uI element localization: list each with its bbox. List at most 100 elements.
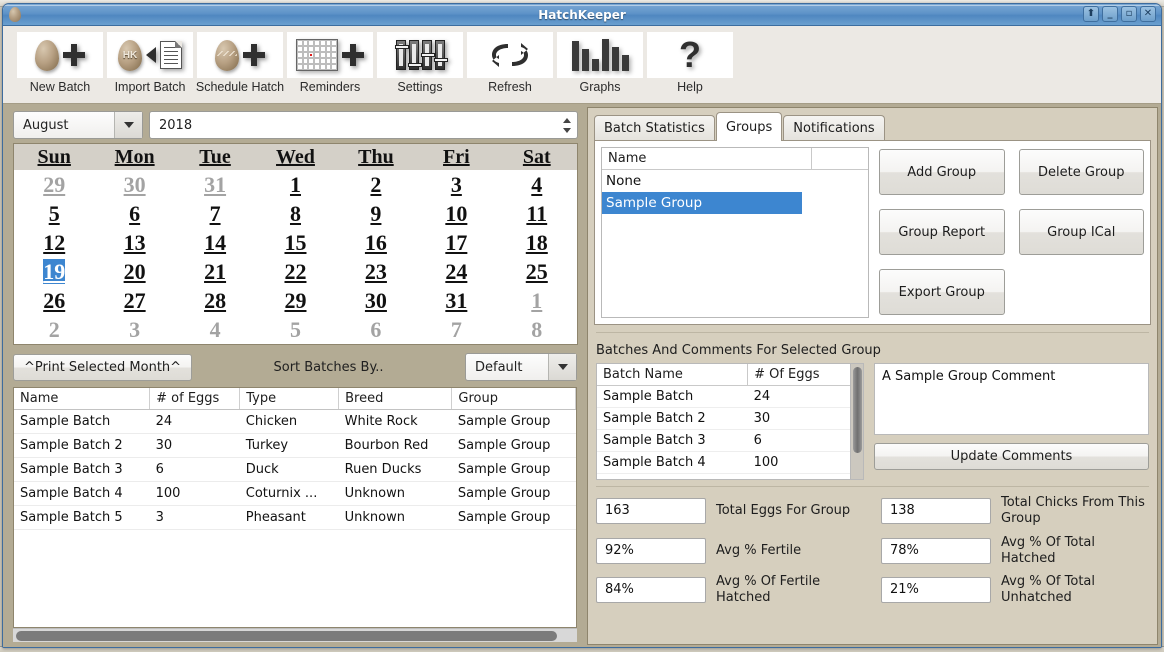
spinner-down-icon[interactable]: [563, 128, 571, 133]
close-button[interactable]: ✕: [1140, 6, 1156, 22]
new-batch-button[interactable]: New Batch: [15, 32, 105, 102]
avg-total-hatched-value[interactable]: 78%: [881, 538, 991, 564]
calendar-day-cell[interactable]: 4: [175, 315, 255, 344]
group-batches-body[interactable]: Sample Batch24Sample Batch 230Sample Bat…: [597, 386, 850, 474]
group-list-rows[interactable]: NoneSample Group: [602, 170, 868, 214]
calendar-day-cell[interactable]: 4: [497, 170, 577, 199]
calendar-day-cell[interactable]: 31: [175, 170, 255, 199]
table-row[interactable]: Sample Batch 53PheasantUnknownSample Gro…: [14, 506, 576, 530]
delete-group-button[interactable]: Delete Group: [1019, 149, 1145, 195]
calendar-weekday-wed[interactable]: Wed: [255, 144, 335, 170]
calendar-day-cell[interactable]: 26: [14, 286, 94, 315]
title-bar[interactable]: HatchKeeper ⬆ _ ▫ ✕: [3, 4, 1161, 26]
calendar-day-cell[interactable]: 3: [416, 170, 496, 199]
table-row[interactable]: Sample Batch 36DuckRuen DucksSample Grou…: [14, 458, 576, 482]
calendar-day-cell[interactable]: 2: [14, 315, 94, 344]
calendar-day-cell[interactable]: 21: [175, 257, 255, 286]
calendar-day-cell[interactable]: 23: [336, 257, 416, 286]
calendar-day-grid[interactable]: 2930311234567891011121314151617181920212…: [14, 170, 577, 344]
calendar-weekday-fri[interactable]: Fri: [416, 144, 496, 170]
export-group-button[interactable]: Export Group: [879, 269, 1005, 315]
reminders-button[interactable]: Reminders: [285, 32, 375, 102]
calendar-day-cell[interactable]: 2: [336, 170, 416, 199]
group-ical-button[interactable]: Group ICal: [1019, 209, 1145, 255]
group-batches-vertical-scrollbar[interactable]: [850, 364, 863, 479]
spinner-up-icon[interactable]: [563, 118, 571, 123]
chevron-down-icon[interactable]: [114, 112, 142, 138]
calendar-weekday-thu[interactable]: Thu: [336, 144, 416, 170]
avg-fertile-value[interactable]: 92%: [596, 538, 706, 564]
calendar-day-cell[interactable]: 30: [336, 286, 416, 315]
table-row[interactable]: Sample Batch24ChickenWhite RockSample Gr…: [14, 410, 576, 434]
group-list[interactable]: Name NoneSample Group: [601, 147, 869, 318]
group-batch-column-header[interactable]: # Of Eggs: [748, 364, 850, 386]
calendar-day-cell[interactable]: 10: [416, 199, 496, 228]
print-selected-month-button[interactable]: ^Print Selected Month^: [13, 354, 192, 381]
calendar-day-cell[interactable]: 27: [94, 286, 174, 315]
calendar-day-cell[interactable]: 3: [94, 315, 174, 344]
batch-column-header[interactable]: Name: [14, 388, 150, 410]
calendar-day-cell[interactable]: 6: [94, 199, 174, 228]
add-group-button[interactable]: Add Group: [879, 149, 1005, 195]
calendar-day-cell[interactable]: 9: [336, 199, 416, 228]
year-input[interactable]: [150, 117, 559, 134]
scrollbar-thumb[interactable]: [16, 631, 557, 641]
calendar-day-cell[interactable]: 1: [255, 170, 335, 199]
settings-button[interactable]: Settings: [375, 32, 465, 102]
calendar-day-cell[interactable]: 17: [416, 228, 496, 257]
calendar-day-cell[interactable]: 31: [416, 286, 496, 315]
scrollbar-thumb[interactable]: [853, 367, 862, 453]
sort-dropdown[interactable]: Default: [465, 353, 577, 381]
calendar-day-cell[interactable]: 19: [14, 257, 94, 286]
tab-groups[interactable]: Groups: [716, 112, 782, 141]
update-comments-button[interactable]: Update Comments: [874, 443, 1149, 470]
import-batch-button[interactable]: HK Import Batch: [105, 32, 195, 102]
table-row[interactable]: Sample Batch 4100: [597, 452, 850, 474]
group-list-header[interactable]: Name: [602, 148, 868, 170]
calendar-day-cell[interactable]: 15: [255, 228, 335, 257]
calendar-weekday-mon[interactable]: Mon: [94, 144, 174, 170]
table-row[interactable]: Sample Batch24: [597, 386, 850, 408]
minimize-button[interactable]: _: [1102, 6, 1118, 22]
table-row[interactable]: Sample Batch 36: [597, 430, 850, 452]
batch-table-body[interactable]: Sample Batch24ChickenWhite RockSample Gr…: [14, 410, 576, 530]
batch-table[interactable]: Name# of EggsTypeBreedGroup Sample Batch…: [13, 387, 577, 628]
calendar-day-cell[interactable]: 12: [14, 228, 94, 257]
avg-total-unhatched-value[interactable]: 21%: [881, 577, 991, 603]
total-chicks-value[interactable]: 138: [881, 498, 991, 524]
maximize-button[interactable]: ▫: [1121, 6, 1137, 22]
schedule-hatch-button[interactable]: Schedule Hatch: [195, 32, 285, 102]
calendar-day-cell[interactable]: 24: [416, 257, 496, 286]
tab-batch-statistics[interactable]: Batch Statistics: [594, 115, 715, 141]
calendar-day-cell[interactable]: 22: [255, 257, 335, 286]
calendar-day-cell[interactable]: 8: [255, 199, 335, 228]
calendar-day-cell[interactable]: 7: [175, 199, 255, 228]
group-batches-table[interactable]: Batch Name# Of Eggs Sample Batch24Sample…: [596, 363, 864, 480]
month-calendar[interactable]: SunMonTueWedThuFriSat 293031123456789101…: [13, 143, 578, 345]
total-eggs-value[interactable]: 163: [596, 498, 706, 524]
list-item[interactable]: None: [602, 170, 868, 192]
batch-table-horizontal-scrollbar[interactable]: [13, 628, 577, 642]
refresh-button[interactable]: Refresh: [465, 32, 555, 102]
calendar-day-cell[interactable]: 13: [94, 228, 174, 257]
calendar-day-cell[interactable]: 16: [336, 228, 416, 257]
calendar-day-cell[interactable]: 7: [416, 315, 496, 344]
group-batches-header[interactable]: Batch Name# Of Eggs: [597, 364, 850, 386]
year-spin-arrows[interactable]: [559, 112, 577, 138]
calendar-day-cell[interactable]: 29: [255, 286, 335, 315]
tab-notifications[interactable]: Notifications: [783, 115, 884, 141]
year-spinner[interactable]: [149, 111, 578, 139]
table-row[interactable]: Sample Batch 230: [597, 408, 850, 430]
calendar-weekday-sat[interactable]: Sat: [497, 144, 577, 170]
calendar-day-cell[interactable]: 28: [175, 286, 255, 315]
calendar-day-cell[interactable]: 5: [14, 199, 94, 228]
calendar-day-cell[interactable]: 18: [497, 228, 577, 257]
calendar-weekday-sun[interactable]: Sun: [14, 144, 94, 170]
table-row[interactable]: Sample Batch 230TurkeyBourbon RedSample …: [14, 434, 576, 458]
shade-button[interactable]: ⬆: [1083, 6, 1099, 22]
batch-column-header[interactable]: # of Eggs: [150, 388, 240, 410]
calendar-weekday-tue[interactable]: Tue: [175, 144, 255, 170]
avg-fertile-hatched-value[interactable]: 84%: [596, 577, 706, 603]
graphs-button[interactable]: Graphs: [555, 32, 645, 102]
list-item[interactable]: Sample Group: [602, 192, 802, 214]
